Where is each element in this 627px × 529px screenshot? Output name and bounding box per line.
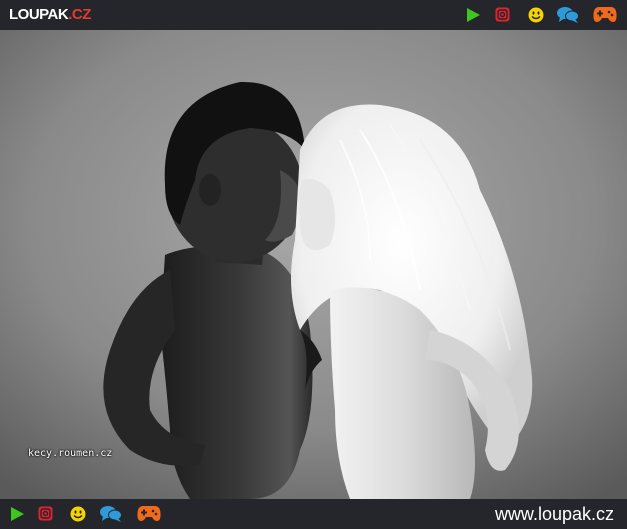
chat-icon[interactable] <box>557 6 579 24</box>
gamepad-icon[interactable] <box>137 505 161 522</box>
photo-watermark: kecy.roumen.cz <box>28 448 113 459</box>
chat-icon[interactable] <box>100 505 122 523</box>
site-url[interactable]: www.loupak.cz <box>495 504 614 524</box>
logo-text-main: LOUPAK <box>9 6 69 23</box>
instagram-icon[interactable] <box>495 7 510 22</box>
play-icon[interactable] <box>9 506 25 522</box>
smiley-icon[interactable] <box>528 7 544 23</box>
smiley-icon[interactable] <box>70 506 86 522</box>
gamepad-icon[interactable] <box>593 6 617 23</box>
logo-text-domain: .CZ <box>68 6 91 23</box>
top-bar: LOUPAK.CZ <box>0 0 627 30</box>
main-photo: kecy.roumen.cz <box>0 30 627 499</box>
play-icon[interactable] <box>465 7 481 23</box>
instagram-icon[interactable] <box>38 506 53 521</box>
site-logo[interactable]: LOUPAK.CZ <box>9 5 91 25</box>
